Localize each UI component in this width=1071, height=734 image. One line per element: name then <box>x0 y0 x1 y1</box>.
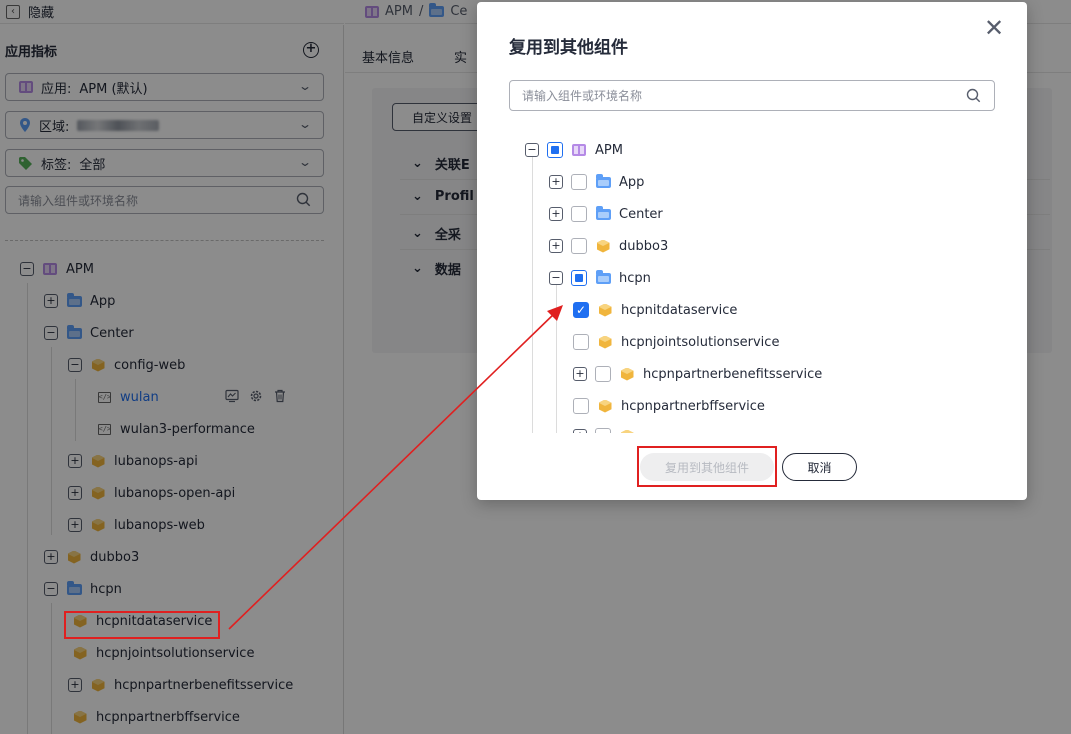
dialog-node-apm[interactable]: − APM <box>525 140 623 160</box>
folder-icon <box>595 269 611 285</box>
tree-node-label: App <box>619 174 645 190</box>
tree-node-label: hcpnpartnerbffservice <box>621 398 765 414</box>
partial-checkbox[interactable] <box>547 142 563 158</box>
dialog-search-input[interactable]: 请输入组件或环境名称 <box>509 80 995 111</box>
checkbox[interactable] <box>595 366 611 382</box>
checkbox[interactable] <box>595 428 611 433</box>
dialog-node-center[interactable]: + Center <box>549 204 663 224</box>
partial-checkbox[interactable] <box>571 270 587 286</box>
expand-toggle-icon[interactable]: + <box>549 175 563 189</box>
tree-node-label: APM <box>595 142 623 158</box>
dialog-title: 复用到其他组件 <box>509 38 628 58</box>
folder-icon <box>595 205 611 221</box>
expand-toggle-icon[interactable]: + <box>573 367 587 381</box>
cube-icon <box>597 303 613 317</box>
cube-icon <box>595 239 611 253</box>
cube-icon <box>597 335 613 349</box>
dialog-node-dubbo3[interactable]: + dubbo3 <box>549 236 668 256</box>
dialog-node-hcpnpartnerbenefitsservice[interactable]: + hcpnpartnerbenefitsservice <box>573 364 822 384</box>
dialog-node-app[interactable]: + App <box>549 172 644 192</box>
cube-icon <box>619 367 635 381</box>
cancel-button[interactable]: 取消 <box>782 453 857 481</box>
tree-node-label: hcpnitdataservice <box>621 302 738 318</box>
reuse-dialog: 复用到其他组件 ✕ 请输入组件或环境名称 − APM + App + Cente… <box>477 2 1027 500</box>
checkbox[interactable] <box>571 174 587 190</box>
checked-checkbox[interactable]: ✓ <box>573 302 589 318</box>
checkbox[interactable] <box>571 206 587 222</box>
checkbox[interactable] <box>573 398 589 414</box>
tree-node-label: hcpnjointsolutionservice <box>621 334 780 350</box>
dialog-tree: − APM + App + Center + dubbo3 − hcpn ✓ h… <box>509 128 995 433</box>
highlight-box-button <box>637 446 777 487</box>
tree-node-label: hcpnpartnerbenefitsservice <box>643 366 823 382</box>
dialog-node-hcpnpartnerbffservice[interactable]: hcpnpartnerbffservice <box>573 396 765 416</box>
checkbox[interactable] <box>571 238 587 254</box>
tree-guide-line <box>532 156 533 433</box>
dialog-node-partial[interactable]: + <box>573 426 635 433</box>
highlight-box-source <box>64 611 220 639</box>
expand-toggle-icon[interactable]: + <box>549 207 563 221</box>
close-icon[interactable]: ✕ <box>984 16 1004 40</box>
cube-icon <box>619 429 635 433</box>
dialog-node-hcpn[interactable]: − hcpn <box>549 268 651 288</box>
collapse-toggle-icon[interactable]: − <box>549 271 563 285</box>
expand-toggle-icon[interactable]: + <box>549 239 563 253</box>
tree-guide-line <box>556 284 557 433</box>
search-icon[interactable] <box>966 88 981 103</box>
collapse-toggle-icon[interactable]: − <box>525 143 539 157</box>
dialog-node-hcpnitdataservice[interactable]: ✓ hcpnitdataservice <box>573 300 737 320</box>
tree-node-label: dubbo3 <box>619 238 669 254</box>
expand-toggle-icon[interactable]: + <box>573 429 587 433</box>
checkbox[interactable] <box>573 334 589 350</box>
tree-node-label: hcpn <box>619 270 651 286</box>
dialog-search-placeholder: 请输入组件或环境名称 <box>522 89 643 103</box>
dialog-node-hcpnjointsolutionservice[interactable]: hcpnjointsolutionservice <box>573 332 779 352</box>
apm-icon <box>571 143 587 157</box>
tree-node-label: Center <box>619 206 663 222</box>
cube-icon <box>597 399 613 413</box>
folder-icon <box>595 173 611 189</box>
